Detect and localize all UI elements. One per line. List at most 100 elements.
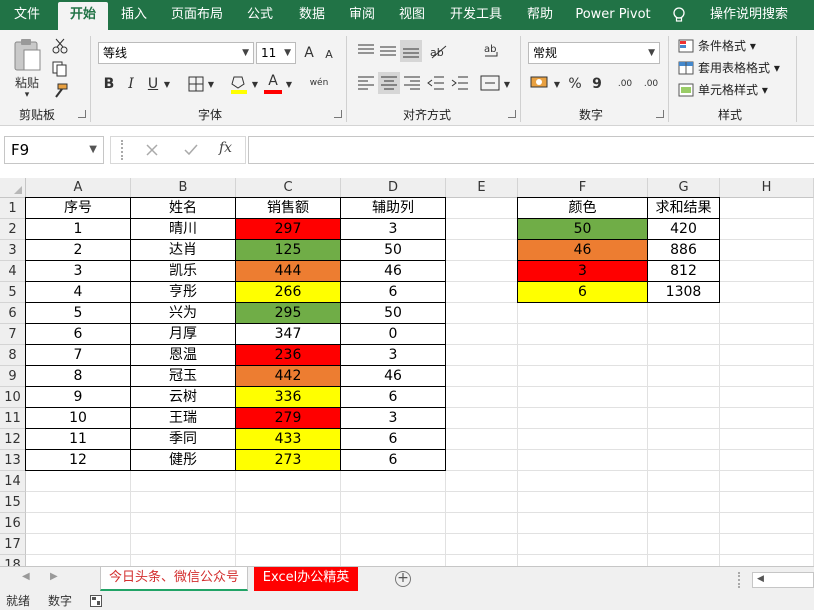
color-key-cell[interactable]: 6 [517, 281, 648, 303]
bold-button[interactable]: B [100, 74, 118, 94]
table1-cell[interactable]: 11 [25, 428, 131, 450]
sheet-next-icon[interactable]: ▶ [50, 571, 58, 582]
sales-cell[interactable]: 433 [235, 428, 341, 450]
sheet-tab-1[interactable]: 今日头条、微信公众号 [100, 567, 248, 591]
row-header[interactable]: 18 [0, 555, 26, 566]
increase-decimal-button[interactable]: .00 [614, 74, 636, 94]
row-header[interactable]: 13 [0, 450, 26, 471]
row-header[interactable]: 2 [0, 219, 26, 240]
increase-indent-icon[interactable] [450, 74, 470, 92]
column-header-col-f[interactable]: F [518, 178, 648, 198]
format-as-table-button[interactable]: 套用表格格式 ▾ [676, 58, 806, 78]
chevron-down-icon[interactable]: ▼ [250, 76, 260, 92]
row-header[interactable]: 6 [0, 303, 26, 324]
table2-header-cell[interactable]: 颜色 [517, 197, 648, 219]
table1-header-cell[interactable]: 序号 [25, 197, 131, 219]
table1-cell[interactable]: 达肖 [130, 239, 236, 261]
insert-function-button[interactable]: fx [219, 140, 232, 156]
font-size-combo[interactable]: 11 ▼ [256, 42, 296, 64]
font-launcher-icon[interactable] [334, 110, 342, 118]
phonetic-guide-button[interactable]: wén [308, 73, 330, 93]
sales-cell[interactable]: 295 [235, 302, 341, 324]
align-right-icon[interactable] [402, 74, 422, 92]
table2-header-cell[interactable]: 求和结果 [647, 197, 720, 219]
top-align-icon[interactable] [356, 42, 376, 60]
table1-cell[interactable]: 9 [25, 386, 131, 408]
row-header[interactable]: 11 [0, 408, 26, 429]
grip-handle[interactable] [121, 140, 123, 160]
table1-cell[interactable]: 6 [340, 449, 446, 471]
table1-cell[interactable]: 晴川 [130, 218, 236, 240]
table1-cell[interactable]: 1 [25, 218, 131, 240]
paste-button[interactable]: 粘贴 [10, 74, 44, 90]
table1-cell[interactable]: 7 [25, 344, 131, 366]
row-header[interactable]: 15 [0, 492, 26, 513]
row-header[interactable]: 7 [0, 324, 26, 345]
table1-cell[interactable]: 2 [25, 239, 131, 261]
row-header[interactable]: 3 [0, 240, 26, 261]
column-header-col-e[interactable]: E [446, 178, 518, 198]
table1-cell[interactable]: 3 [340, 218, 446, 240]
tell-me-search[interactable]: 操作说明搜索 [694, 0, 804, 30]
table1-cell[interactable]: 兴为 [130, 302, 236, 324]
table1-cell[interactable]: 云树 [130, 386, 236, 408]
column-header-col-b[interactable]: B [131, 178, 236, 198]
table1-header-cell[interactable]: 辅助列 [340, 197, 446, 219]
chevron-down-icon[interactable]: ▼ [502, 76, 512, 92]
row-header[interactable]: 17 [0, 534, 26, 555]
sales-cell[interactable]: 444 [235, 260, 341, 282]
sum-result-cell[interactable]: 420 [647, 218, 720, 240]
decrease-font-button[interactable]: A [320, 45, 338, 63]
tab-split-handle[interactable] [738, 572, 742, 588]
tab-power-pivot[interactable]: Power Pivot [570, 0, 656, 30]
macro-record-icon[interactable] [90, 595, 102, 607]
tab-page-layout[interactable]: 页面布局 [164, 0, 230, 30]
tab-data[interactable]: 数据 [290, 0, 334, 30]
table1-cell[interactable]: 10 [25, 407, 131, 429]
merge-center-icon[interactable] [480, 74, 500, 92]
table1-cell[interactable]: 3 [25, 260, 131, 282]
cut-icon[interactable] [52, 38, 68, 54]
row-header[interactable]: 5 [0, 282, 26, 303]
table1-cell[interactable]: 4 [25, 281, 131, 303]
percent-style-button[interactable]: % [566, 74, 584, 94]
cancel-icon[interactable] [145, 143, 159, 157]
enter-check-icon[interactable] [183, 143, 199, 157]
chevron-down-icon[interactable]: ▼ [552, 76, 562, 92]
table1-cell[interactable]: 6 [340, 281, 446, 303]
row-header[interactable]: 14 [0, 471, 26, 492]
row-header[interactable]: 10 [0, 387, 26, 408]
table1-cell[interactable]: 46 [340, 365, 446, 387]
table1-cell[interactable]: 0 [340, 323, 446, 345]
table1-cell[interactable]: 健彤 [130, 449, 236, 471]
sales-cell[interactable]: 273 [235, 449, 341, 471]
sales-cell[interactable]: 336 [235, 386, 341, 408]
sales-cell[interactable]: 347 [235, 323, 341, 345]
table1-header-cell[interactable]: 销售额 [235, 197, 341, 219]
sales-cell[interactable]: 297 [235, 218, 341, 240]
tab-home[interactable]: 开始 [58, 2, 108, 30]
select-all-corner[interactable] [0, 178, 26, 198]
clipboard-launcher-icon[interactable] [78, 110, 86, 118]
tab-view[interactable]: 视图 [390, 0, 434, 30]
chevron-down-icon[interactable]: ▼ [162, 76, 172, 92]
fill-color-icon[interactable] [230, 74, 248, 94]
sales-cell[interactable]: 266 [235, 281, 341, 303]
table1-cell[interactable]: 亨彤 [130, 281, 236, 303]
table1-cell[interactable]: 凯乐 [130, 260, 236, 282]
column-header-col-h[interactable]: H [720, 178, 814, 198]
copy-icon[interactable] [52, 61, 68, 77]
row-header[interactable]: 12 [0, 429, 26, 450]
table1-cell[interactable]: 5 [25, 302, 131, 324]
table1-cell[interactable]: 冠玉 [130, 365, 236, 387]
table1-cell[interactable]: 8 [25, 365, 131, 387]
table1-cell[interactable]: 季同 [130, 428, 236, 450]
tab-developer[interactable]: 开发工具 [440, 0, 512, 30]
paste-icon[interactable] [12, 38, 42, 72]
column-header-col-d[interactable]: D [341, 178, 446, 198]
sheet-tab-2[interactable]: Excel办公精英 [254, 567, 358, 591]
accounting-format-icon[interactable] [530, 74, 552, 92]
sales-cell[interactable]: 125 [235, 239, 341, 261]
color-key-cell[interactable]: 50 [517, 218, 648, 240]
table1-cell[interactable]: 3 [340, 407, 446, 429]
